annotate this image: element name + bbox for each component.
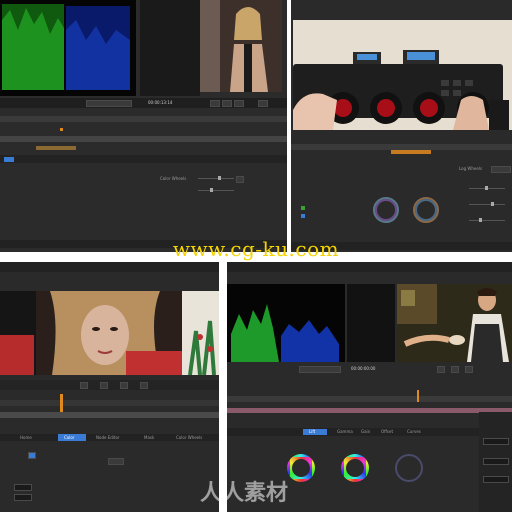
stop-button-4[interactable] [451, 366, 459, 373]
viewer-black-4 [347, 284, 395, 362]
wheel-slider-1[interactable] [198, 176, 234, 180]
play-button[interactable] [210, 100, 220, 107]
next-frame-button[interactable] [234, 100, 244, 107]
waveform-scope-4 [227, 284, 345, 362]
video-frame-control-panel [293, 20, 512, 130]
editor-window-bottom-left: Home Color Node Editor Mask Color Wheels [0, 262, 219, 512]
color-tabs-bar [0, 155, 287, 163]
blue-checkbox[interactable] [301, 214, 305, 218]
inspector-field-1[interactable] [483, 438, 509, 445]
color-wheels-label: Color Wheels [160, 176, 187, 181]
timeline-track[interactable] [0, 116, 287, 122]
viewer-left-black [140, 0, 200, 96]
gain-wheel[interactable] [395, 454, 423, 482]
mode-dropdown[interactable] [491, 166, 511, 173]
timecode-display-4: 00:00:00:00 [351, 366, 376, 371]
loop-button-3[interactable] [140, 382, 148, 389]
color-wheel-1[interactable] [373, 197, 399, 223]
video-frame-woman-portrait [200, 0, 282, 92]
color-wheel-2[interactable] [413, 197, 439, 223]
timeline-clip-orange[interactable] [391, 150, 431, 154]
next-button[interactable] [120, 382, 128, 389]
gamma-wheel-center [346, 459, 364, 477]
tab-active[interactable] [4, 157, 14, 162]
video-frame-closeup [0, 291, 219, 375]
clip-strip-3[interactable] [0, 412, 219, 418]
tab-gain[interactable]: Gain [361, 429, 370, 434]
field-1[interactable] [14, 484, 32, 491]
play-button-4[interactable] [437, 366, 445, 373]
field-2[interactable] [14, 494, 32, 501]
tab-offset[interactable]: Offset [381, 429, 393, 434]
green-checkbox[interactable] [301, 206, 305, 210]
param-slider-1[interactable] [469, 186, 505, 190]
viewer-dropdown-4[interactable] [299, 366, 341, 373]
next-button-4[interactable] [465, 366, 473, 373]
playhead-3[interactable] [60, 394, 63, 412]
editor-window-top-left: 00:00:13:14 Color Wheels [0, 0, 287, 252]
clip-highlight[interactable] [36, 146, 76, 150]
param-slider-2[interactable] [469, 202, 505, 206]
prev-button[interactable] [80, 382, 88, 389]
play-button-3[interactable] [100, 382, 108, 389]
inspector-field-2[interactable] [483, 458, 509, 465]
tab-curves[interactable]: Curves [407, 429, 421, 434]
tab-home[interactable]: Home [20, 435, 32, 440]
waveform-scope [0, 0, 136, 96]
stop-button[interactable] [222, 100, 232, 107]
lift-wheel-center [292, 459, 310, 477]
waveform-graph-4 [227, 284, 345, 362]
playhead-4[interactable] [417, 390, 419, 402]
tab-node-editor[interactable]: Node Editor [96, 435, 120, 440]
tab-gamma[interactable]: Gamma [337, 429, 353, 434]
loop-button[interactable] [258, 100, 268, 107]
clip-strip-4[interactable] [227, 408, 512, 413]
watermark-brand: 人人素材 [200, 481, 289, 506]
timeline-track-4[interactable] [227, 396, 512, 402]
viewer-title-bar [0, 262, 219, 272]
timeline-track-3[interactable] [0, 400, 219, 406]
dropdown-settings[interactable] [108, 458, 124, 465]
transport-bar-3 [0, 380, 219, 390]
viewer-dropdown[interactable] [86, 100, 132, 107]
editor-window-top-right: Log Wheels [291, 0, 512, 252]
wheel-slider-2[interactable] [198, 188, 234, 192]
reset-button[interactable] [236, 176, 244, 183]
tab-lift[interactable]: Lift [309, 429, 315, 434]
log-wheels-label: Log Wheels [459, 166, 483, 171]
waveform-graph [0, 0, 136, 96]
tab-mask[interactable]: Mask [144, 435, 154, 440]
clip-strip[interactable] [0, 136, 287, 142]
tab-color-wheels[interactable]: Color Wheels [176, 435, 202, 440]
viewer-title-bar-4 [227, 262, 512, 272]
tab-color[interactable]: Color [64, 435, 74, 440]
watermark-url: www.cg-ku.com [172, 237, 340, 261]
checkbox-blue[interactable] [28, 452, 36, 459]
timecode-display: 00:00:13:14 [148, 100, 173, 105]
param-slider-3[interactable] [469, 218, 505, 222]
video-frame-barista [397, 284, 512, 362]
inspector-field-3[interactable] [483, 476, 509, 483]
playhead-marker[interactable] [60, 128, 63, 131]
